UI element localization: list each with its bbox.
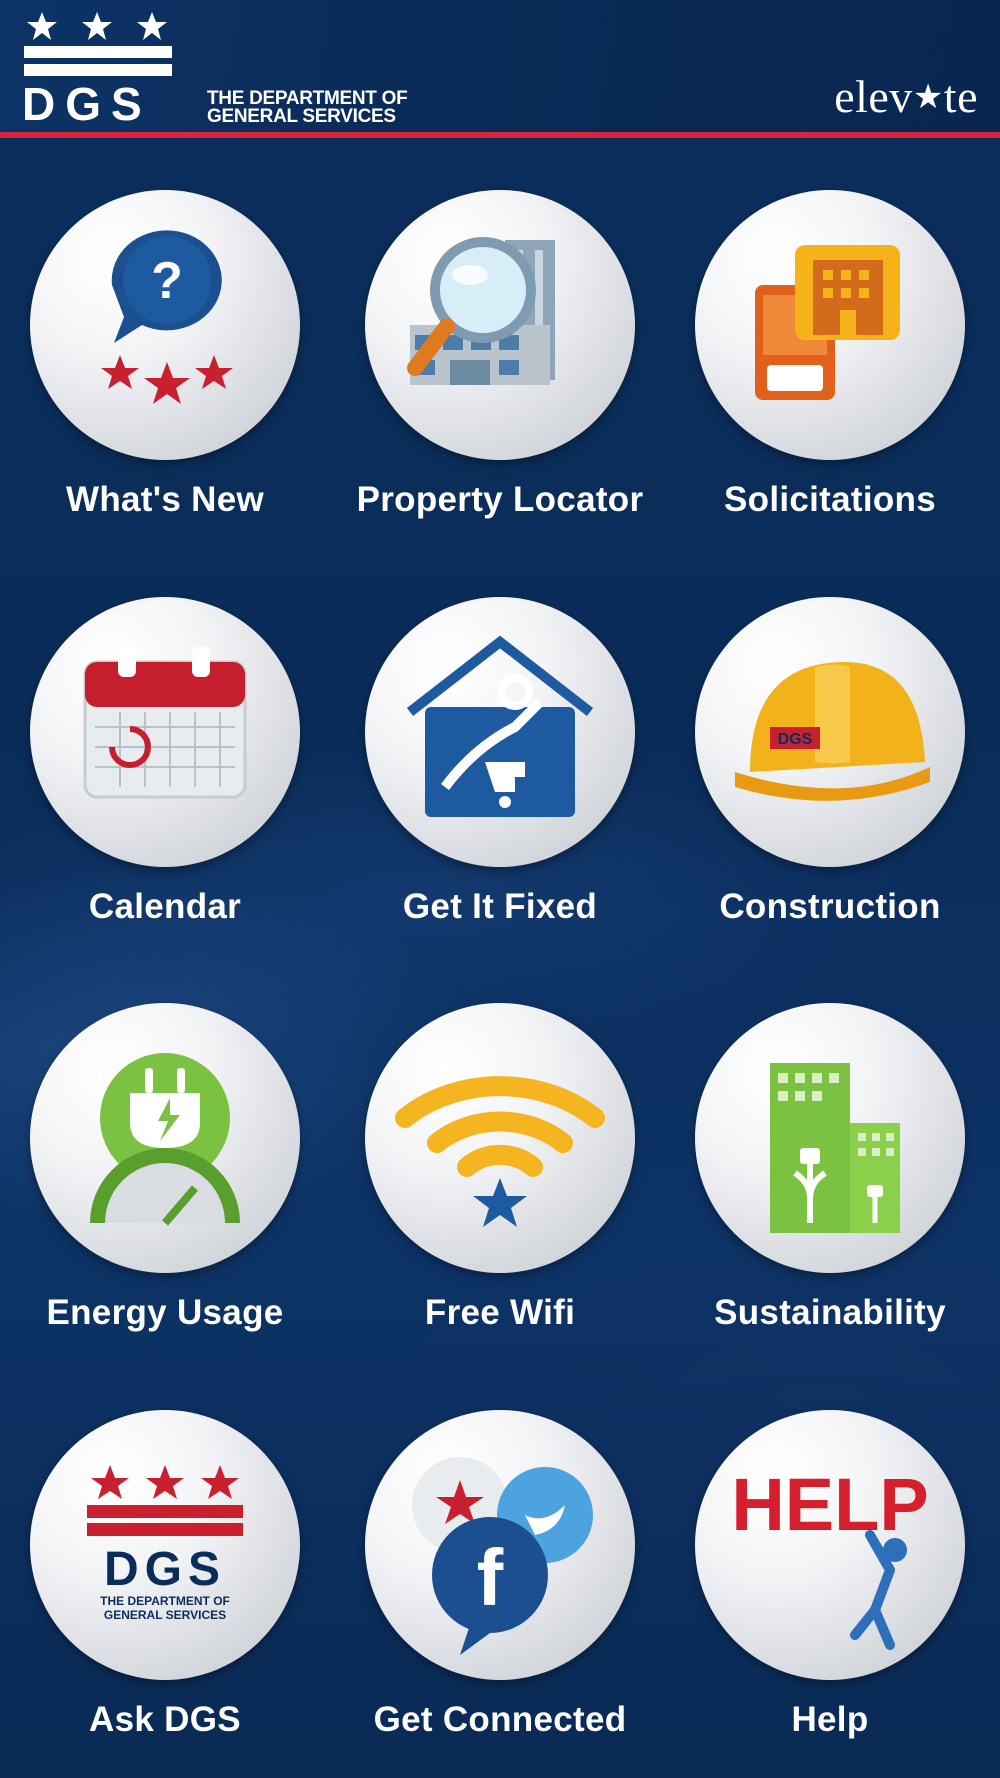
tile-label: What's New: [65, 480, 264, 519]
tile-label: Ask DGS: [89, 1700, 241, 1739]
tile-circle[interactable]: DGS: [695, 597, 965, 867]
elevate-brand: elev★te: [834, 70, 978, 123]
ask-dgs-sub1: THE DEPARTMENT OF: [100, 1594, 230, 1608]
logo-star: [27, 12, 57, 40]
tile-label: Solicitations: [724, 480, 936, 519]
plug-gauge-icon: [90, 1053, 240, 1226]
tile-label: Help: [791, 1700, 869, 1739]
tile-label: Get It Fixed: [402, 887, 598, 926]
svg-text:f: f: [477, 1533, 504, 1622]
green-buildings-icon: [770, 1063, 900, 1233]
tile-circle[interactable]: [365, 190, 635, 460]
tile-solicitations[interactable]: Solicitations: [670, 190, 990, 530]
logo-star: [82, 12, 112, 40]
tile-label: Construction: [719, 887, 941, 926]
help-climber-icon: HELP: [731, 1463, 929, 1650]
ask-dgs-sub2: GENERAL SERVICES: [104, 1608, 226, 1622]
question-chat-icon: ?: [101, 230, 233, 404]
tile-circle[interactable]: DGS THE DEPARTMENT OF GENERAL SERVICES: [30, 1410, 300, 1680]
logo-bar: [24, 46, 172, 58]
hard-hat-icon: DGS: [735, 662, 930, 801]
svg-text:?: ?: [151, 252, 183, 310]
wifi-star-icon: [395, 1076, 605, 1227]
dgs-logo-icon: DGS THE DEPARTMENT OF GENERAL SERVICES: [87, 1465, 243, 1622]
tile-free-wifi[interactable]: Free Wifi: [340, 1003, 660, 1343]
tile-property-locator[interactable]: Property Locator: [340, 190, 660, 530]
logo-text: DGS: [22, 78, 152, 128]
tile-label: Calendar: [88, 887, 242, 926]
brand-star-icon: ★: [912, 79, 944, 116]
logo-star: [137, 12, 167, 40]
tile-circle[interactable]: [365, 1003, 635, 1273]
tile-construction[interactable]: DGS Construction: [670, 597, 990, 937]
tile-circle[interactable]: [695, 190, 965, 460]
tile-label: Get Connected: [373, 1700, 627, 1739]
tile-ask-dgs[interactable]: DGS THE DEPARTMENT OF GENERAL SERVICES A…: [5, 1410, 325, 1750]
social-bubbles-icon: f: [412, 1457, 593, 1655]
house-repair-icon: [406, 635, 594, 817]
logo-bar: [24, 64, 172, 76]
tile-get-connected[interactable]: f Get Connected: [340, 1410, 660, 1750]
tile-sustainability[interactable]: Sustainability: [670, 1003, 990, 1343]
tile-whats-new[interactable]: ? What's New: [5, 190, 325, 530]
tile-label: Sustainability: [714, 1293, 946, 1332]
app-header: DGS THE DEPARTMENT OF GENERAL SERVICES e…: [0, 0, 1000, 138]
hat-text: DGS: [778, 731, 813, 748]
tile-help[interactable]: HELP Help: [670, 1410, 990, 1750]
tile-label: Free Wifi: [424, 1293, 576, 1332]
tile-circle[interactable]: [30, 1003, 300, 1273]
phone-building-icon: [755, 245, 900, 400]
tile-label: Property Locator: [356, 480, 644, 519]
tile-calendar[interactable]: Calendar: [5, 597, 325, 937]
tile-circle[interactable]: ?: [30, 190, 300, 460]
org-name-line2: GENERAL SERVICES: [207, 106, 396, 127]
ask-dgs-logo-text: DGS: [104, 1543, 226, 1596]
tile-circle[interactable]: [30, 597, 300, 867]
tile-get-it-fixed[interactable]: Get It Fixed: [340, 597, 660, 937]
brand-right: te: [943, 71, 978, 122]
tile-energy-usage[interactable]: Energy Usage: [5, 1003, 325, 1343]
tile-label: Energy Usage: [46, 1293, 284, 1332]
tile-circle[interactable]: HELP: [695, 1410, 965, 1680]
magnifier-building-icon: [407, 237, 555, 385]
calendar-icon: [83, 647, 247, 799]
tile-circle[interactable]: f: [365, 1410, 635, 1680]
tile-circle[interactable]: [365, 597, 635, 867]
help-word: HELP: [731, 1463, 928, 1546]
tile-circle[interactable]: [695, 1003, 965, 1273]
org-name: THE DEPARTMENT OF GENERAL SERVICES: [207, 89, 408, 127]
brand-left: elev: [834, 71, 913, 122]
